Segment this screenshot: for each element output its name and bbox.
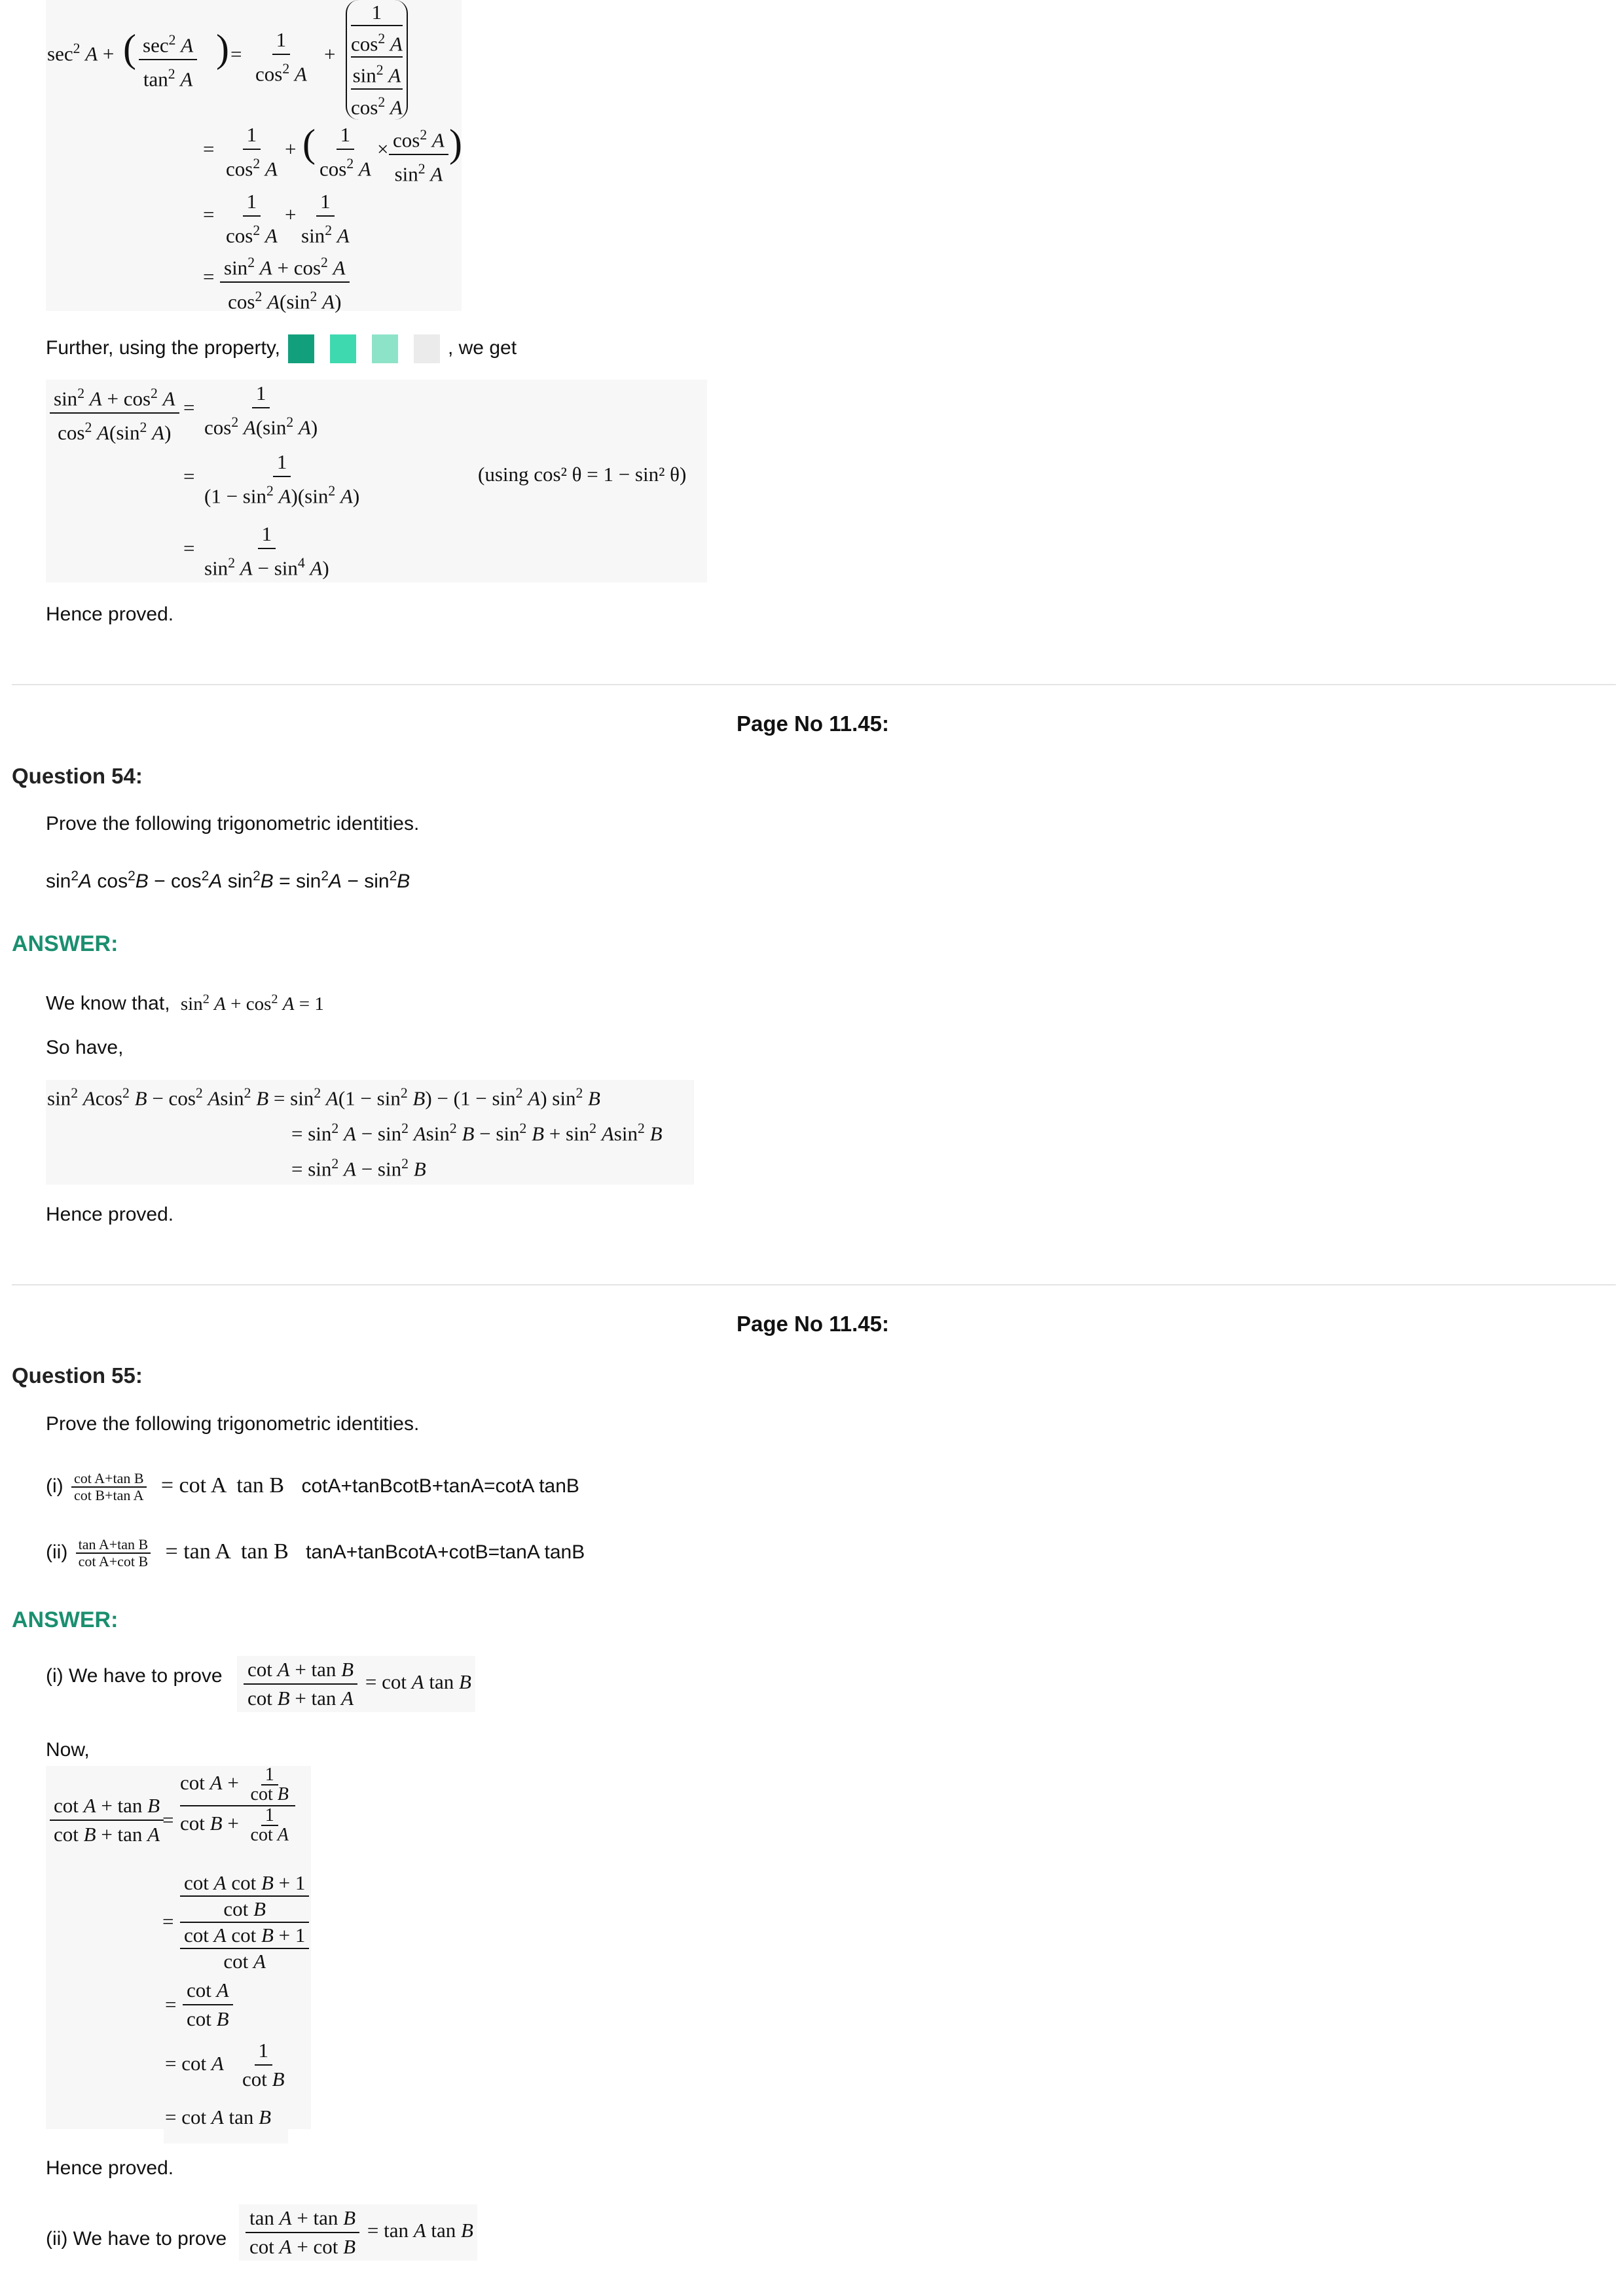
hence-proved-q53: Hence proved. bbox=[46, 603, 174, 625]
part-i-prove-line: (i) We have to prove bbox=[46, 1664, 223, 1689]
answer-label: ANSWER: bbox=[12, 1607, 119, 1632]
page-number: Page No 11.45: bbox=[737, 1312, 889, 1336]
part-i-label: (i) bbox=[46, 1475, 64, 1497]
part-ii-label: (ii) bbox=[46, 1541, 68, 1563]
swatch-4 bbox=[413, 334, 440, 364]
part-i-prove-text: (i) We have to prove bbox=[46, 1665, 223, 1687]
swatch-1 bbox=[287, 334, 314, 364]
divider bbox=[12, 684, 1616, 685]
so-have: So have, bbox=[46, 1037, 124, 1058]
hence-proved-q54: Hence proved. bbox=[46, 1204, 174, 1225]
question-prompt: Prove the following trigonometric identi… bbox=[46, 813, 420, 834]
math-derivation-q55-cont: = cot Acot B = cot A 1 cot B = cot A tan … bbox=[164, 1977, 288, 2144]
hence-proved-q55: Hence proved. bbox=[46, 2157, 174, 2179]
math-derivation-q53: sec2 A + ( sec2 Atan2 A ) = 1 cos2 A + 1 … bbox=[46, 0, 462, 314]
part-ii-text: tanA+tanBcotA+cotB=tanA tanB bbox=[306, 1541, 585, 1563]
property-prefix: Further, using the property, bbox=[46, 337, 280, 359]
know-line: We know that, sin2 A + cos2 A = 1 bbox=[46, 992, 324, 1014]
identity-note: (using cos² θ = 1 − sin² θ) bbox=[478, 463, 687, 486]
question-heading: Question 55: bbox=[12, 1363, 143, 1388]
math-derivation-q53-part2: sin2 A + cos2 Acos2 A(sin2 A) = 1 cos2 A(… bbox=[46, 380, 707, 583]
part-i-line: (i) cot A+tan Bcot B+tan A = cot A tan B… bbox=[46, 1470, 579, 1504]
know-text: We know that, bbox=[46, 992, 170, 1014]
part-i-text: cotA+tanBcotB+tanA=cotA tanB bbox=[301, 1475, 579, 1497]
property-suffix: , we get bbox=[447, 337, 517, 359]
question-identity: sin2A cos2B − cos2A sin2B = sin2A − sin2… bbox=[46, 869, 410, 892]
property-sentence: Further, using the property, , we get bbox=[46, 334, 517, 364]
part-ii-prove-line: (ii) We have to prove bbox=[46, 2227, 227, 2251]
divider bbox=[12, 1284, 1616, 1285]
swatch-2 bbox=[329, 334, 356, 364]
swatch-3 bbox=[371, 334, 398, 364]
question-heading: Question 54: bbox=[12, 764, 143, 788]
part-ii-line: (ii) tan A+tan Bcot A+cot B = tan A tan … bbox=[46, 1536, 585, 1570]
math-derivation-q54: sin2 Acos2 B − cos2 Asin2 B = sin2 A(1 −… bbox=[46, 1080, 694, 1185]
now-label: Now, bbox=[46, 1739, 90, 1761]
question-prompt: Prove the following trigonometric identi… bbox=[46, 1413, 420, 1435]
part-i-target: cot A + tan Bcot B + tan A = cot A tan B bbox=[237, 1656, 475, 1712]
answer-label: ANSWER: bbox=[12, 931, 119, 956]
part-ii-prove-text: (ii) We have to prove bbox=[46, 2228, 227, 2250]
page-number: Page No 11.45: bbox=[737, 711, 889, 736]
part-ii-target: tan A + tan Bcot A + cot B = tan A tan B bbox=[239, 2204, 477, 2261]
